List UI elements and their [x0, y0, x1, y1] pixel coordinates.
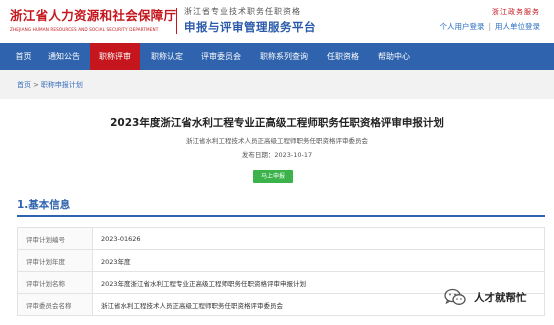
- org-name-en: ZHEJIANG HUMAN RESOURCES AND SOCIAL SECU…: [10, 27, 159, 32]
- nav-item-title-recognition[interactable]: 职称认定: [142, 43, 192, 70]
- breadcrumb-arrow: >: [33, 81, 39, 89]
- breadcrumb-current[interactable]: 职称申报计划: [41, 81, 83, 89]
- header-divider: [176, 8, 177, 34]
- site-header: 浙江省人力资源和社会保障厅 ZHEJIANG HUMAN RESOURCES A…: [0, 0, 554, 43]
- main-nav: 首页 通知公告 职称评审 职称认定 评审委员会 职称系列查询 任职资格 帮助中心: [0, 43, 554, 70]
- breadcrumb-bar: 首页 > 职称申报计划: [0, 70, 554, 99]
- committee-name: 浙江省水利工程技术人员正高级工程师职务任职资格评审委员会: [186, 137, 368, 145]
- row-value: 2023年度: [92, 249, 545, 272]
- nav-item-notices[interactable]: 通知公告: [40, 43, 88, 70]
- nav-item-home[interactable]: 首页: [7, 43, 40, 70]
- system-subtitle: 浙江省专业技术职务任职资格: [184, 7, 301, 16]
- wechat-icon: [444, 288, 466, 305]
- system-title: 申报与评审管理服务平台: [184, 20, 316, 34]
- nav-item-review-committee[interactable]: 评审委员会: [192, 43, 250, 70]
- section-underline: [17, 215, 545, 217]
- watermark-text: 人才就帮忙: [474, 292, 527, 304]
- publish-date: 发布日期：2023-10-17: [241, 151, 313, 159]
- province-service-link[interactable]: 浙江政务服务: [492, 7, 540, 17]
- table-row: 评审计划编号 2023-01626: [17, 227, 545, 250]
- page-title: 2023年度浙江省水利工程专业正高级工程师职务任职资格评审申报计划: [110, 117, 444, 129]
- nav-item-help[interactable]: 帮助中心: [368, 43, 420, 70]
- nav-item-series-query[interactable]: 职称系列查询: [250, 43, 318, 70]
- personal-login-link[interactable]: 个人用户登录: [439, 22, 484, 31]
- breadcrumb: 首页 > 职称申报计划: [17, 80, 83, 90]
- org-login-link[interactable]: 用人单位登录: [495, 22, 540, 31]
- nav-item-title-review[interactable]: 职称评审: [90, 43, 140, 70]
- org-name: 浙江省人力资源和社会保障厅: [10, 8, 177, 23]
- login-links: 个人用户登录 | 用人单位登录: [439, 21, 540, 32]
- section-title: 1.基本信息: [17, 199, 71, 211]
- org-logo[interactable]: 浙江省人力资源和社会保障厅 ZHEJIANG HUMAN RESOURCES A…: [10, 5, 176, 32]
- row-label: 评审计划名称: [17, 271, 93, 294]
- breadcrumb-home[interactable]: 首页: [17, 81, 31, 89]
- row-label: 评审委员会名称: [17, 293, 93, 316]
- login-separator: |: [488, 22, 491, 31]
- nav-item-qualification[interactable]: 任职资格: [318, 43, 368, 70]
- table-row: 评审计划年度 2023年度: [17, 249, 545, 272]
- system-title-block: 浙江省专业技术职务任职资格 申报与评审管理服务平台: [184, 6, 316, 35]
- row-value: 2023-01626: [92, 227, 545, 250]
- row-label: 评审计划编号: [17, 227, 93, 250]
- row-label: 评审计划年度: [17, 249, 93, 272]
- apply-now-button[interactable]: 马上申报: [253, 170, 293, 183]
